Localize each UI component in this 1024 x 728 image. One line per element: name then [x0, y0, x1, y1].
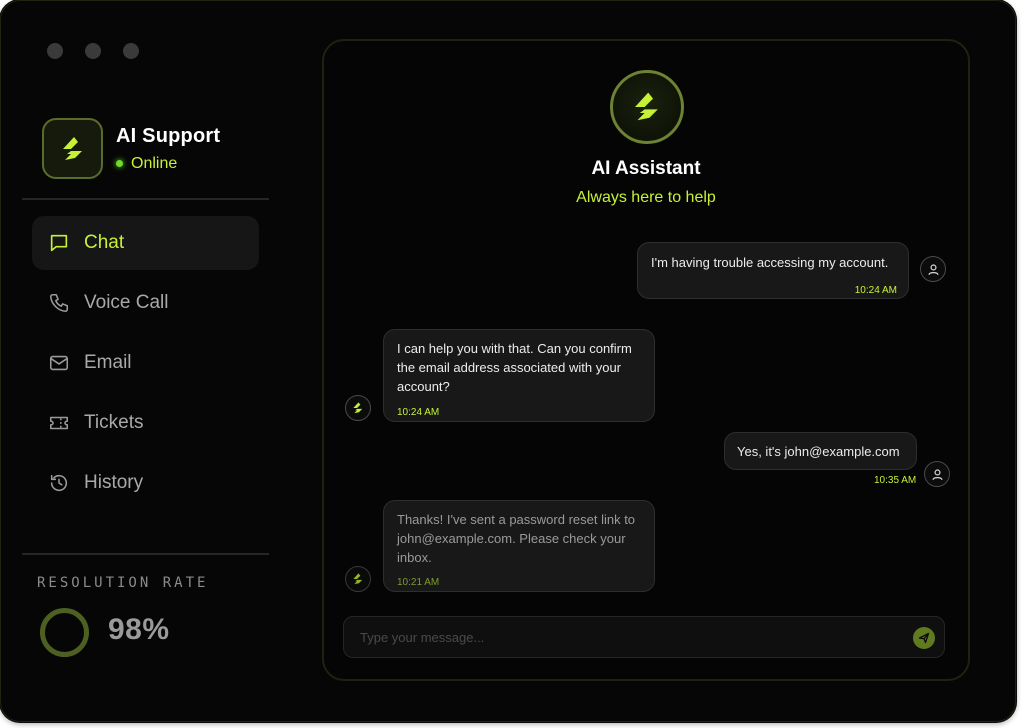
message-text: I'm having trouble accessing my account.	[651, 255, 889, 270]
sidebar-item-tickets[interactable]: Tickets	[32, 396, 259, 450]
sidebar-item-chat[interactable]: Chat	[32, 216, 259, 270]
user-avatar	[924, 461, 950, 487]
message-input[interactable]	[344, 617, 904, 657]
message-bubble-user: Yes, it's john@example.com	[724, 432, 917, 470]
message-bubble-bot: I can help you with that. Can you confir…	[383, 329, 655, 422]
message-text: Thanks! I've sent a password reset link …	[397, 512, 636, 565]
message-bubble-bot: Thanks! I've sent a password reset link …	[383, 500, 655, 592]
bot-avatar	[345, 395, 371, 421]
message-time: 10:24 AM	[854, 285, 897, 296]
assistant-avatar	[610, 70, 684, 144]
resolution-rate-label: RESOLUTION RATE	[37, 575, 209, 591]
user-icon	[931, 468, 943, 480]
sidebar-item-label: Email	[84, 352, 132, 373]
user-avatar	[920, 256, 946, 282]
message-time: 10:35 AM	[874, 475, 917, 486]
app-window: AI Support Online Chat Voice Call Email …	[0, 0, 1016, 722]
window-minimize-dot[interactable]	[85, 43, 101, 59]
message-text: Yes, it's john@example.com	[737, 444, 900, 459]
message-time: 10:24 AM	[397, 407, 440, 418]
sidebar-item-label: Tickets	[84, 412, 144, 433]
send-button[interactable]	[913, 627, 935, 649]
message-composer	[343, 616, 945, 658]
history-icon	[50, 474, 68, 492]
sidebar-item-label: Voice Call	[84, 292, 169, 313]
window-controls	[47, 43, 139, 59]
resolution-ring	[40, 608, 89, 657]
status-label: Online	[131, 154, 178, 172]
user-icon	[927, 263, 939, 275]
phone-icon	[49, 293, 69, 313]
bolt-logo-icon	[353, 573, 363, 585]
assistant-title: AI Assistant	[591, 158, 701, 179]
sidebar-item-voice-call[interactable]: Voice Call	[32, 276, 259, 330]
chat-icon	[50, 234, 68, 252]
sidebar-nav: Chat Voice Call Email Tickets History	[32, 216, 259, 516]
chat-panel: AI Assistant Always here to help I'm hav…	[322, 39, 970, 681]
status-indicator: Online	[116, 155, 220, 173]
bot-avatar	[345, 566, 371, 592]
sidebar-item-email[interactable]: Email	[32, 336, 259, 390]
bolt-logo-icon	[353, 402, 363, 414]
bolt-logo-icon	[635, 92, 658, 121]
agent-name: AI Support	[116, 124, 221, 147]
agent-profile: AI Support Online	[42, 118, 220, 179]
window-maximize-dot[interactable]	[123, 43, 139, 59]
online-dot-icon	[116, 160, 123, 167]
window-close-dot[interactable]	[47, 43, 63, 59]
message-time: 10:21 AM	[397, 577, 440, 588]
mail-icon	[49, 355, 69, 371]
sidebar-divider-top	[22, 198, 269, 200]
resolution-rate-value: 98%	[108, 613, 170, 646]
send-icon	[918, 632, 930, 644]
message-bubble-user: I'm having trouble accessing my account.…	[637, 242, 909, 299]
sidebar-item-history[interactable]: History	[32, 456, 259, 510]
assistant-subtitle: Always here to help	[576, 189, 716, 206]
bolt-logo-icon	[42, 118, 103, 179]
sidebar-item-label: History	[84, 472, 144, 493]
sidebar-item-label: Chat	[84, 232, 125, 253]
ticket-icon	[49, 416, 69, 430]
message-text: I can help you with that. Can you confir…	[397, 341, 632, 394]
sidebar-divider-bottom	[22, 553, 269, 555]
